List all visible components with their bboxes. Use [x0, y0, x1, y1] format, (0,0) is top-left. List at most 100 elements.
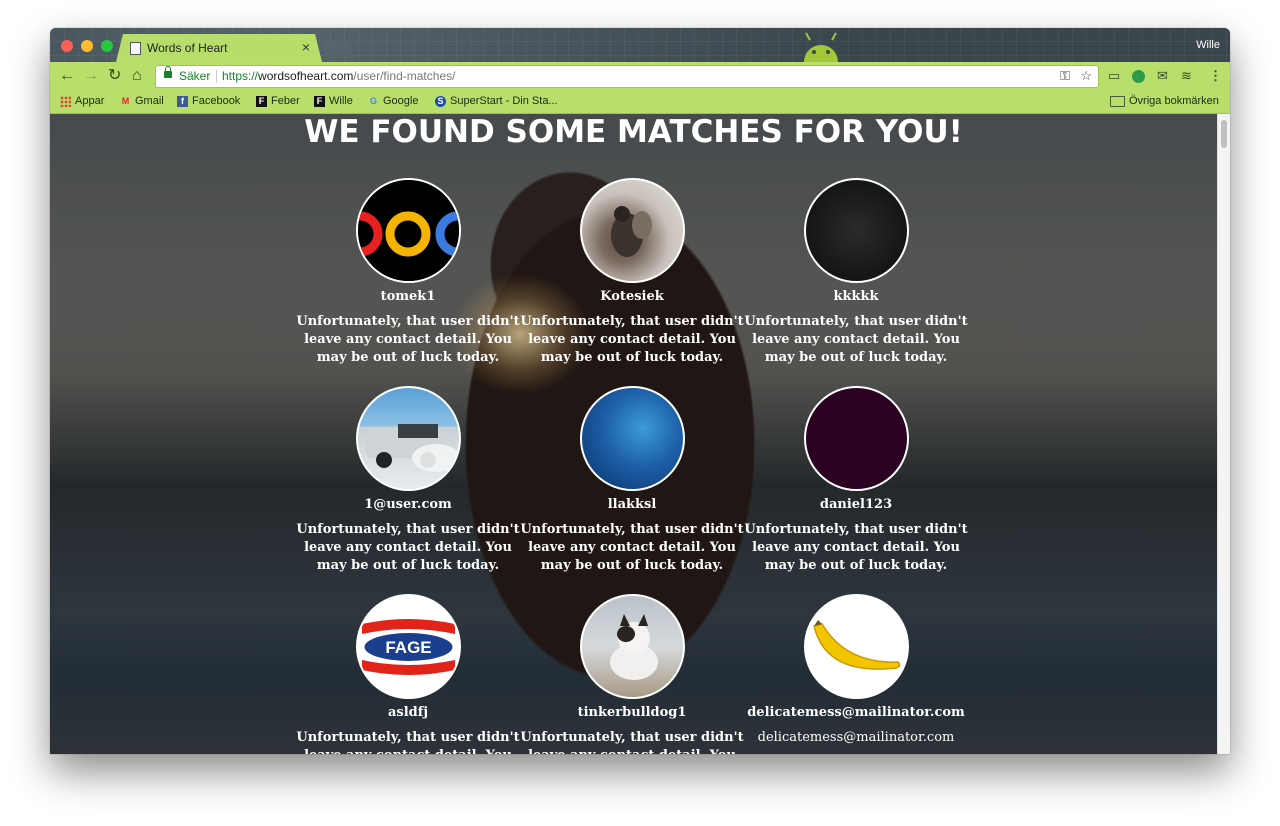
match-username: kkkkk — [833, 289, 879, 304]
browser-window: Words of Heart × Wille ← → ↻ ⌂ Säker htt… — [50, 28, 1230, 754]
url-text[interactable]: https://wordsofheart.com/user/find-match… — [222, 69, 455, 83]
match-username: delicatemess@mailinator.com — [747, 705, 965, 720]
avatar[interactable] — [803, 594, 909, 699]
match-card[interactable]: 1@user.com Unfortunately, that user didn… — [296, 386, 520, 575]
superstart-icon: S — [435, 95, 446, 107]
bookmark-label: SuperStart - Din Sta... — [450, 95, 558, 107]
browser-toolbar: ← → ↻ ⌂ Säker https://wordsofheart.com/u… — [50, 62, 1230, 91]
bookmarks-bar: Appar M Gmail f Facebook F Feber F Wille G Go… — [50, 91, 1230, 114]
match-card[interactable]: llakksl Unfortunately, that user didn't … — [520, 386, 744, 575]
scrollbar-thumb[interactable] — [1221, 120, 1227, 148]
match-card[interactable]: delicatemess@mailinator.com delicatemess… — [744, 594, 968, 747]
match-card[interactable]: tinkerbulldog1 Unfortunately, that user … — [520, 594, 744, 754]
bookmark-google[interactable]: G Google — [368, 95, 419, 107]
cat-avatar-image — [609, 614, 658, 680]
close-window-button[interactable] — [61, 40, 73, 52]
rings-avatar-image — [357, 180, 459, 281]
secure-label: Säker — [179, 69, 211, 83]
bookmark-gmail[interactable]: M Gmail — [120, 95, 164, 107]
lock-icon — [164, 66, 172, 78]
bookmark-wille[interactable]: F Wille — [314, 95, 353, 107]
match-username: daniel123 — [819, 497, 893, 512]
gmail-icon: M — [121, 95, 130, 106]
avatar[interactable] — [579, 594, 685, 699]
profile-name[interactable]: Wille — [1196, 39, 1220, 51]
maximize-window-button[interactable] — [101, 40, 113, 52]
bookmark-label: Övriga bokmärken — [1129, 95, 1219, 107]
avatar[interactable]: FAGE — [355, 594, 461, 699]
page-icon — [130, 42, 141, 55]
cats-avatar-image — [610, 206, 652, 257]
active-tab[interactable]: Words of Heart × — [116, 34, 322, 62]
key-icon[interactable]: ⚿ — [1060, 68, 1070, 84]
match-contact-text: Unfortunately, that user didn't leave an… — [296, 522, 520, 573]
apps-grid-icon — [60, 95, 71, 107]
match-card[interactable]: daniel123 Unfortunately, that user didn'… — [744, 386, 968, 575]
match-contact-text: Unfortunately, that user didn't leave an… — [744, 314, 968, 365]
avatar[interactable] — [355, 386, 461, 491]
fage-logo-text: FAGE — [385, 638, 431, 657]
bookmark-label: Feber — [271, 95, 300, 107]
bookmark-feber[interactable]: F Feber — [256, 95, 300, 107]
bookmark-facebook[interactable]: f Facebook — [177, 95, 240, 107]
match-username: tinkerbulldog1 — [577, 705, 687, 720]
match-contact-text: Unfortunately, that user didn't leave an… — [520, 314, 744, 365]
bookmark-label: Facebook — [192, 95, 241, 107]
match-username: Kotesiek — [600, 289, 664, 304]
new-tab-button[interactable] — [321, 42, 355, 58]
url-host: wordsofheart.com — [258, 69, 354, 83]
avatar[interactable] — [579, 386, 685, 491]
bookmark-appar[interactable]: Appar — [60, 95, 104, 107]
reload-icon[interactable]: ↻ — [108, 67, 121, 85]
url-path: /user/find-matches/ — [353, 69, 456, 83]
match-contact-text: Unfortunately, that user didn't leave an… — [296, 314, 520, 365]
avatar[interactable] — [355, 178, 461, 283]
minimize-window-button[interactable] — [81, 40, 93, 52]
feber-icon: F — [256, 95, 267, 107]
omnibox-divider — [216, 70, 217, 83]
match-username: llakksl — [607, 497, 657, 512]
star-icon[interactable]: ☆ — [1080, 68, 1092, 84]
bookmark-label: Wille — [329, 95, 353, 107]
bookmark-label: Google — [383, 95, 419, 107]
tab-close-icon[interactable]: × — [302, 39, 310, 55]
back-arrow-icon[interactable]: ← — [59, 67, 75, 85]
page-scrollbar[interactable] — [1217, 114, 1230, 754]
mail-icon[interactable]: ✉ — [1157, 68, 1168, 84]
tab-title: Words of Heart — [147, 41, 228, 55]
window-controls — [61, 40, 113, 52]
extension-badge-icon[interactable] — [1132, 70, 1145, 83]
tab-strip: Words of Heart × Wille — [50, 28, 1230, 62]
avatar[interactable] — [579, 178, 685, 283]
facebook-icon: f — [177, 95, 188, 107]
avatar[interactable] — [803, 178, 909, 283]
android-theme-icon — [804, 32, 838, 62]
match-card[interactable]: FAGE asldfj Unfortunately, that user did… — [296, 594, 520, 754]
match-contact-text: Unfortunately, that user didn't leave an… — [520, 730, 744, 754]
url-scheme: https:// — [222, 69, 259, 83]
page-title: WE FOUND SOME MATCHES FOR YOU! — [304, 114, 963, 150]
cast-icon[interactable]: ▭ — [1108, 68, 1120, 84]
forward-arrow-icon[interactable]: → — [83, 67, 99, 85]
wille-icon: F — [314, 95, 325, 107]
fage-logo-icon: FAGE — [361, 619, 455, 675]
match-contact-text: Unfortunately, that user didn't leave an… — [744, 522, 968, 573]
address-bar[interactable]: Säker https://wordsofheart.com/user/find… — [156, 66, 1098, 87]
match-card[interactable]: kkkkk Unfortunately, that user didn't le… — [744, 178, 968, 367]
match-contact-text: Unfortunately, that user didn't leave an… — [520, 522, 744, 573]
match-card[interactable]: tomek1 Unfortunately, that user didn't l… — [296, 178, 520, 367]
match-card[interactable]: Kotesiek Unfortunately, that user didn't… — [520, 178, 744, 367]
menu-icon[interactable]: ⋮ — [1209, 68, 1222, 84]
banana-avatar-image — [812, 620, 900, 670]
folder-icon — [1110, 95, 1125, 107]
match-contact-text: Unfortunately, that user didn't leave an… — [296, 730, 520, 754]
bookmark-other-folder[interactable]: Övriga bokmärken — [1110, 95, 1219, 107]
page-content: WE FOUND SOME MATCHES FOR YOU! tomek1 Un… — [50, 114, 1217, 754]
truck-avatar-image — [365, 424, 459, 472]
avatar[interactable] — [803, 386, 909, 491]
google-icon: G — [369, 95, 377, 106]
match-username: asldfj — [387, 705, 429, 720]
home-icon[interactable]: ⌂ — [132, 67, 142, 85]
bookmark-superstart[interactable]: S SuperStart - Din Sta... — [435, 95, 558, 107]
layers-icon[interactable]: ≋ — [1181, 68, 1192, 84]
